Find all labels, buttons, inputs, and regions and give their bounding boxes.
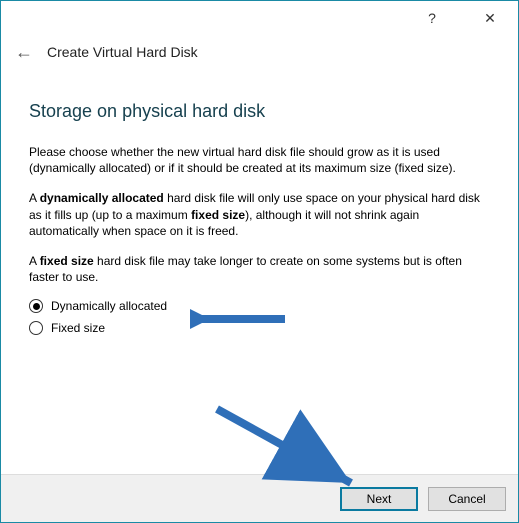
text: hard disk file may take longer to create…	[29, 254, 462, 284]
fixed-paragraph: A fixed size hard disk file may take lon…	[29, 253, 490, 285]
text: A	[29, 254, 40, 268]
dynamic-paragraph: A dynamically allocated hard disk file w…	[29, 190, 490, 239]
button-label: Next	[367, 492, 392, 506]
wizard-title: Create Virtual Hard Disk	[47, 44, 198, 60]
section-heading: Storage on physical hard disk	[29, 101, 490, 122]
close-button[interactable]: ✕	[470, 4, 510, 32]
radio-fixed-size[interactable]: Fixed size	[29, 321, 490, 335]
header: ← Create Virtual Hard Disk	[1, 35, 518, 73]
help-icon: ?	[428, 10, 436, 26]
dialog-window: ? ✕ ← Create Virtual Hard Disk Storage o…	[0, 0, 519, 523]
bold-text: dynamically allocated	[40, 191, 164, 205]
cancel-button[interactable]: Cancel	[428, 487, 506, 511]
radio-inner-dot	[33, 303, 40, 310]
intro-paragraph: Please choose whether the new virtual ha…	[29, 144, 490, 176]
back-button[interactable]: ←	[13, 41, 35, 63]
radio-icon	[29, 299, 43, 313]
footer: Next Cancel	[1, 474, 518, 522]
titlebar: ? ✕	[1, 1, 518, 35]
close-icon: ✕	[484, 10, 496, 27]
content-area: Storage on physical hard disk Please cho…	[1, 73, 518, 474]
radio-label: Dynamically allocated	[51, 299, 167, 313]
bold-text: fixed size	[40, 254, 94, 268]
radio-label: Fixed size	[51, 321, 105, 335]
radio-dynamically-allocated[interactable]: Dynamically allocated	[29, 299, 490, 313]
next-button[interactable]: Next	[340, 487, 418, 511]
button-label: Cancel	[448, 492, 485, 506]
bold-text: fixed size	[191, 208, 245, 222]
help-button[interactable]: ?	[412, 4, 452, 32]
text: A	[29, 191, 40, 205]
back-arrow-icon: ←	[15, 42, 33, 63]
radio-icon	[29, 321, 43, 335]
